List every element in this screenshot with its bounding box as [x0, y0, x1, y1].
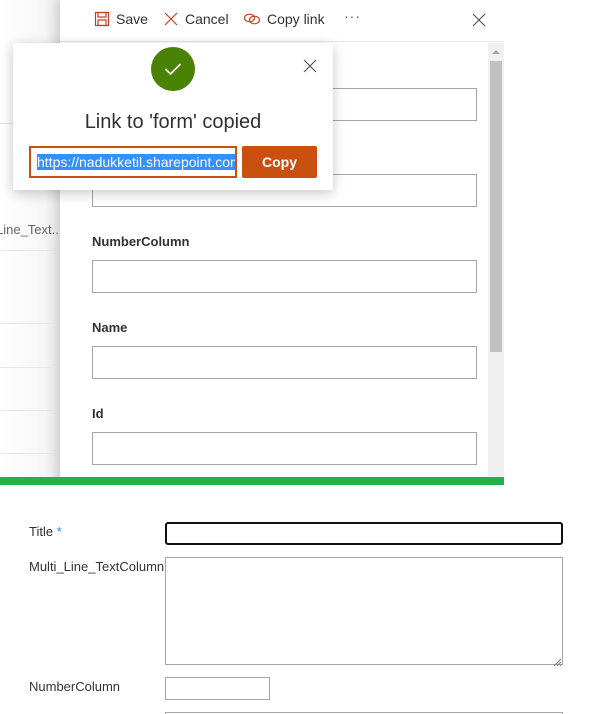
- copy-button[interactable]: Copy: [242, 146, 317, 178]
- scroll-up-arrow-icon[interactable]: [492, 50, 500, 54]
- numbercolumn-label: NumberColumn: [29, 679, 121, 694]
- multiline-label: Multi_Line_TextColumn: [29, 559, 165, 574]
- multiline-textarea[interactable]: [165, 557, 563, 665]
- list-row-divider: [0, 250, 62, 251]
- panel-scrollbar[interactable]: [488, 43, 504, 480]
- title-input[interactable]: [165, 522, 563, 545]
- numbercolumn-input[interactable]: [165, 677, 270, 700]
- more-icon: ···: [344, 8, 361, 24]
- panel-close-button[interactable]: [472, 13, 486, 32]
- numbercolumn-input[interactable]: [92, 260, 477, 293]
- name-input[interactable]: [92, 346, 477, 379]
- close-icon: [472, 13, 486, 31]
- field-label-name: Name: [92, 320, 128, 335]
- divider-bar: [0, 477, 504, 485]
- cancel-label: Cancel: [185, 11, 229, 27]
- save-button[interactable]: Save: [94, 11, 148, 27]
- more-options-button[interactable]: ···: [344, 8, 361, 24]
- column-header: Line_Text...: [0, 222, 63, 237]
- link-url-field[interactable]: https://nadukketil.sharepoint.com: [29, 146, 237, 178]
- list-row-divider: [0, 323, 62, 324]
- close-icon: [303, 59, 317, 77]
- cancel-button[interactable]: Cancel: [163, 11, 229, 27]
- screenshot-stage: Line_Text... Save Cancel Copy link ··· N…: [0, 0, 609, 714]
- field-label-id: Id: [92, 406, 104, 421]
- list-row-divider: [0, 410, 62, 411]
- list-row-divider: [0, 367, 62, 368]
- dialog-close-button[interactable]: [303, 59, 317, 78]
- copy-link-button[interactable]: Copy link: [243, 11, 325, 27]
- save-icon: [94, 11, 110, 27]
- cancel-icon: [163, 11, 179, 27]
- title-label: Title *: [29, 524, 62, 539]
- required-marker: *: [53, 524, 62, 539]
- id-input[interactable]: [92, 432, 477, 465]
- modern-form-screenshot: Line_Text... Save Cancel Copy link ··· N…: [0, 0, 504, 480]
- link-icon: [243, 11, 261, 27]
- list-row-divider: [0, 453, 62, 454]
- command-bar: Save Cancel Copy link ···: [60, 0, 504, 42]
- scrollbar-thumb[interactable]: [490, 61, 502, 352]
- dialog-title: Link to 'form' copied: [84, 111, 262, 133]
- link-url-text: https://nadukketil.sharepoint.com: [37, 154, 235, 170]
- save-label: Save: [116, 11, 148, 27]
- copy-link-label: Copy link: [267, 11, 325, 27]
- resize-handle-icon[interactable]: [553, 654, 562, 672]
- success-check-icon: [151, 47, 195, 91]
- link-copied-dialog: Link to 'form' copied https://nadukketil…: [13, 43, 333, 190]
- title-label-text: Title: [29, 524, 54, 539]
- field-label-numbercolumn: NumberColumn: [92, 234, 190, 249]
